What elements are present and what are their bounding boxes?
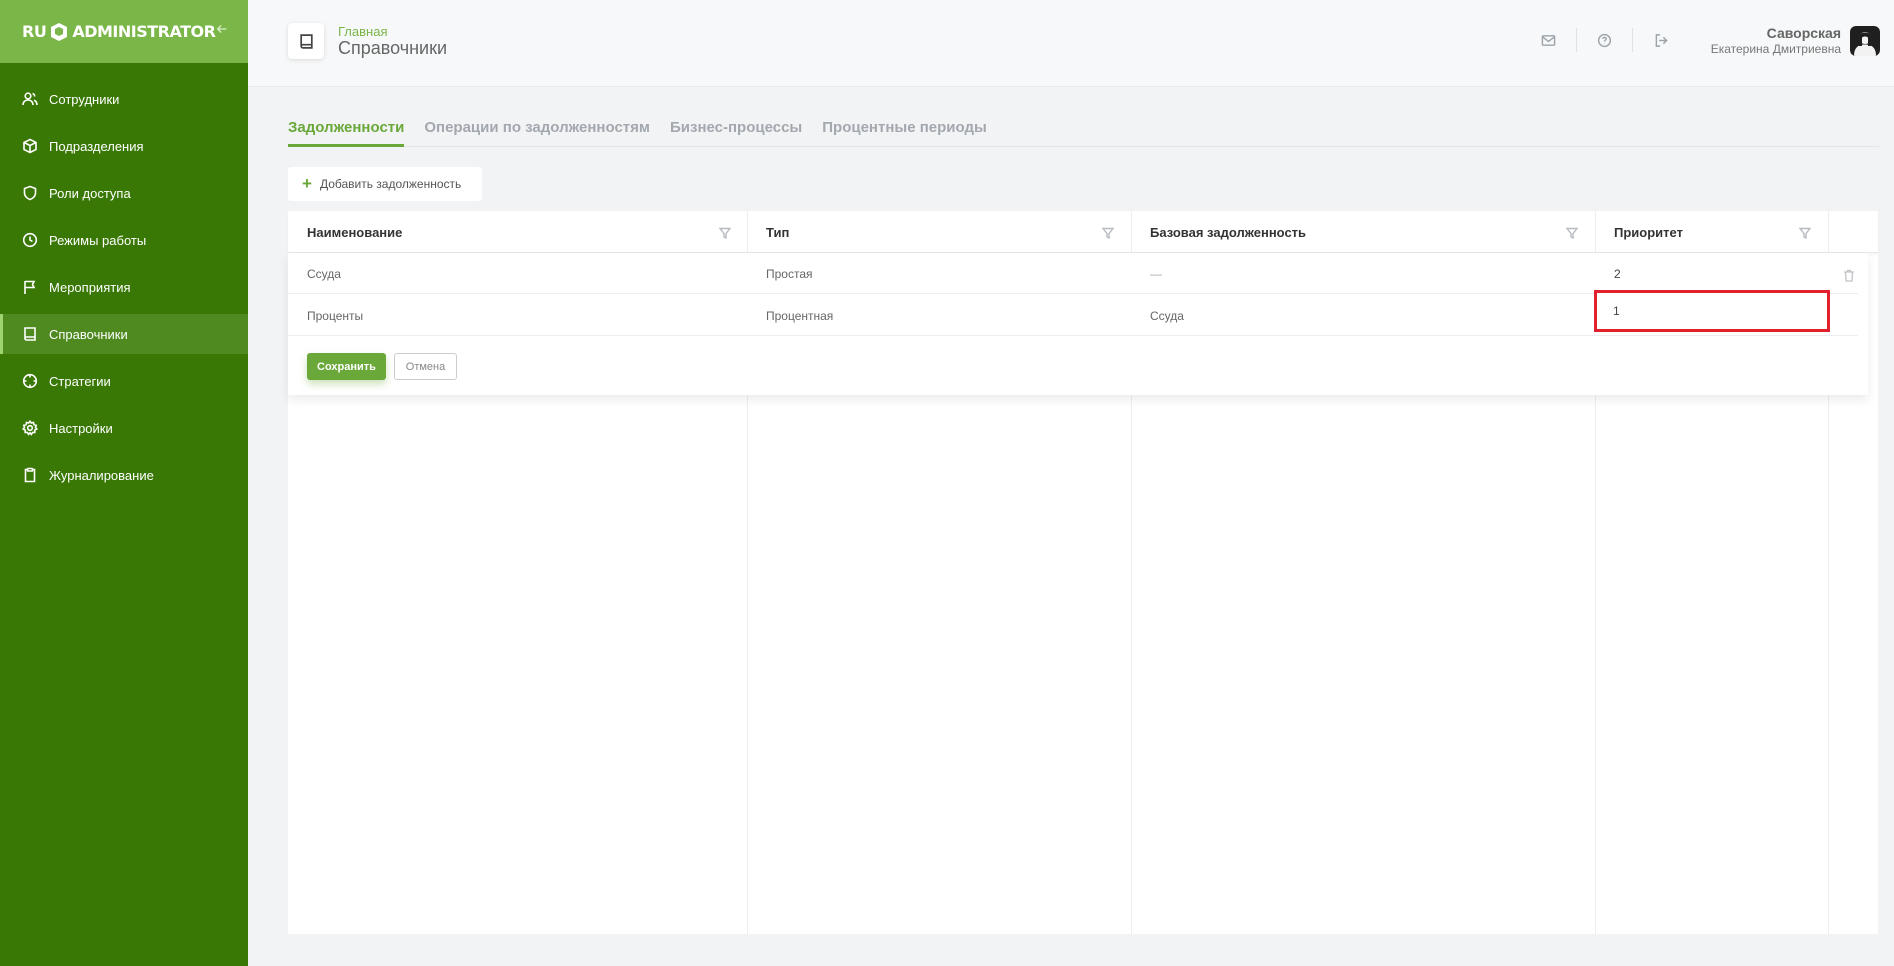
sidebar-item-label: Роли доступа: [49, 185, 131, 201]
gear-icon: [22, 420, 38, 436]
avatar[interactable]: [1850, 26, 1880, 56]
logo-cube-icon: [49, 22, 69, 42]
cube-icon: [22, 138, 38, 154]
logout-button[interactable]: [1633, 28, 1689, 52]
filter-icon[interactable]: [1565, 226, 1579, 240]
sidebar-item-label: Справочники: [49, 326, 128, 342]
sidebar-item-label: Журналирование: [49, 467, 154, 483]
filter-icon[interactable]: [1101, 226, 1115, 240]
tabs: Задолженности Операции по задолженностям…: [288, 119, 1879, 147]
sidebar-item-settings[interactable]: Настройки: [0, 408, 248, 448]
sidebar-item-label: Подразделения: [49, 138, 144, 154]
cell-base-debt: Ссуда: [1150, 308, 1184, 323]
save-button[interactable]: Сохранить: [307, 353, 386, 380]
cell-type: Процентная: [766, 308, 834, 323]
plus-icon: +: [302, 174, 312, 193]
user-info[interactable]: Саворская Екатерина Дмитриевна: [1711, 25, 1841, 56]
cell-name: Проценты: [307, 308, 364, 323]
clock-icon: [22, 232, 38, 248]
sidebar-item-work-modes[interactable]: Режимы работы: [0, 220, 248, 260]
logout-icon: [1655, 33, 1668, 47]
user-last-name: Саворская: [1766, 25, 1841, 41]
cell-name: Ссуда: [307, 266, 341, 281]
shield-icon: [22, 185, 38, 201]
help-button[interactable]: [1577, 28, 1633, 52]
sidebar-item-departments[interactable]: Подразделения: [0, 126, 248, 166]
header-actions: [1521, 28, 1689, 52]
filter-icon[interactable]: [1798, 226, 1812, 240]
cell-base-debt: —: [1150, 266, 1162, 281]
sidebar-item-label: Режимы работы: [49, 232, 147, 248]
column-header-base-debt: Базовая задолженность: [1131, 211, 1595, 253]
edit-panel: Ссуда Простая — 2 Проценты Процентная Сс…: [288, 253, 1868, 395]
add-debt-label: Добавить задолженность: [319, 177, 462, 191]
logo[interactable]: RU ADMINISTRATOR: [22, 22, 216, 42]
column-header-label: Наименование: [307, 224, 403, 240]
column-header-name: Наименование: [288, 211, 747, 253]
column-header-label: Тип: [766, 224, 790, 240]
column-header-label: Базовая задолженность: [1150, 224, 1307, 240]
top-header: Главная Справочники Саворская Екатерина …: [248, 0, 1894, 87]
priority-input[interactable]: 1: [1594, 290, 1830, 332]
flag-icon: [22, 279, 38, 295]
filter-icon[interactable]: [718, 226, 732, 240]
column-header-priority: Приоритет: [1595, 211, 1828, 253]
sidebar-item-label: Стратегии: [49, 373, 111, 389]
table-header: Наименование Тип Базовая задолженность П…: [288, 211, 1878, 253]
sidebar-item-label: Сотрудники: [49, 91, 120, 107]
sidebar-item-strategies[interactable]: Стратегии: [0, 361, 248, 401]
sidebar-item-events[interactable]: Мероприятия: [0, 267, 248, 307]
sidebar-header: RU ADMINISTRATOR: [0, 0, 248, 63]
table-row[interactable]: Ссуда Простая — 2: [288, 253, 1858, 294]
arrow-left-icon[interactable]: [215, 22, 229, 41]
column-header-type: Тип: [747, 211, 1131, 253]
tab-interest-periods[interactable]: Процентные периоды: [822, 119, 987, 147]
sidebar-item-access-roles[interactable]: Роли доступа: [0, 173, 248, 213]
sidebar-item-logging[interactable]: Журналирование: [0, 455, 248, 495]
cancel-button[interactable]: Отмена: [394, 353, 457, 380]
logo-text-left: RU: [22, 22, 47, 41]
sidebar-item-label: Настройки: [49, 420, 113, 436]
page-title: Справочники: [338, 38, 448, 58]
sidebar: RU ADMINISTRATOR Сотрудники Подразделени…: [0, 0, 248, 966]
tab-debts[interactable]: Задолженности: [288, 119, 405, 147]
debts-table: Наименование Тип Базовая задолженность П…: [288, 211, 1878, 934]
breadcrumb[interactable]: Главная: [338, 24, 387, 39]
sidebar-item-references[interactable]: Справочники: [0, 314, 248, 354]
users-icon: [22, 91, 38, 107]
help-icon: [1597, 33, 1612, 47]
cell-priority: 2: [1614, 266, 1621, 281]
column-header-label: Приоритет: [1614, 224, 1683, 240]
user-first-name: Екатерина Дмитриевна: [1710, 42, 1841, 56]
mail-icon: [1541, 34, 1556, 46]
trash-icon[interactable]: [1843, 269, 1855, 282]
tab-business-processes[interactable]: Бизнес-процессы: [670, 119, 802, 147]
sidebar-nav: Сотрудники Подразделения Роли доступа Ре…: [0, 79, 248, 495]
book-icon: [22, 326, 38, 342]
tab-debt-operations[interactable]: Операции по задолженностям: [424, 119, 650, 147]
cell-type: Простая: [766, 266, 813, 281]
crosshair-icon: [22, 373, 38, 389]
add-debt-button[interactable]: + Добавить задолженность: [288, 167, 482, 201]
mail-button[interactable]: [1521, 28, 1577, 52]
clipboard-icon: [22, 467, 38, 483]
book-icon: [288, 23, 324, 59]
sidebar-item-employees[interactable]: Сотрудники: [0, 79, 248, 119]
sidebar-item-label: Мероприятия: [49, 279, 131, 295]
logo-text-right: ADMINISTRATOR: [72, 22, 216, 41]
